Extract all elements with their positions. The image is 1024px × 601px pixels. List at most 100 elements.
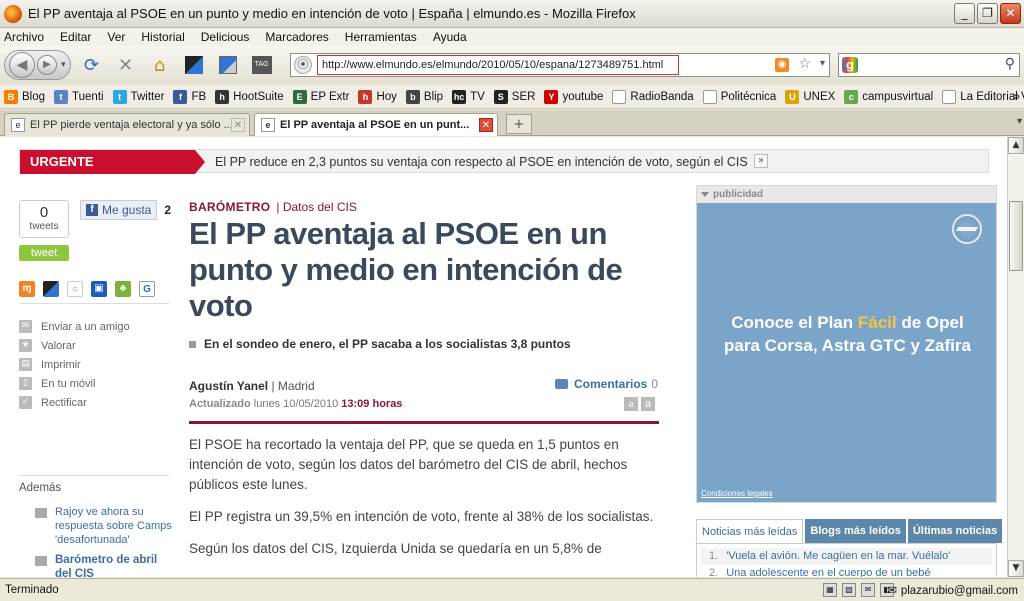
tool-label: Enviar a un amigo bbox=[41, 320, 130, 333]
bookmark-fb[interactable]: f FB bbox=[173, 89, 206, 104]
delicious-share-icon[interactable] bbox=[43, 281, 59, 297]
bookmark-star-icon[interactable]: ☆ bbox=[798, 56, 811, 72]
addon-icon[interactable]: ▦ bbox=[823, 583, 837, 597]
bookmark-youtube[interactable]: Yyoutube bbox=[544, 89, 603, 104]
bookmark-campusvirtual[interactable]: c campusvirtual bbox=[844, 89, 933, 104]
menu-herramientas[interactable]: Herramientas bbox=[345, 30, 417, 44]
bookmark-twitter[interactable]: t Twitter bbox=[112, 89, 164, 104]
bookmark-label: Blog bbox=[22, 90, 46, 103]
rate-link[interactable]: ★ Valorar bbox=[19, 336, 130, 355]
bookmark-ser[interactable]: S SER bbox=[493, 89, 535, 104]
menu-historial[interactable]: Historial bbox=[141, 30, 184, 44]
scroll-down-button[interactable]: ▼ bbox=[1008, 560, 1024, 577]
menu-delicious[interactable]: Delicious bbox=[201, 30, 250, 44]
back-button[interactable]: ◀ bbox=[9, 52, 35, 78]
bookmark-polit-cnica[interactable]: Politécnica bbox=[702, 89, 777, 104]
bookmark-label: Politécnica bbox=[720, 90, 777, 103]
bookmark-hoy[interactable]: h Hoy bbox=[358, 89, 397, 104]
font-increase-button[interactable]: a bbox=[641, 397, 655, 411]
meneame-icon[interactable]: ɱ bbox=[19, 281, 35, 297]
bookmarks-overflow-button[interactable]: » bbox=[1014, 91, 1020, 103]
tab-blogs-mas-leidos[interactable]: Blogs más leídos bbox=[805, 519, 906, 543]
mobile-icon: ▯ bbox=[19, 377, 32, 390]
maximize-button[interactable]: ❐ bbox=[977, 3, 998, 24]
facebook-like-button[interactable]: f Me gusta bbox=[80, 200, 158, 220]
bookmark-ep-extr[interactable]: E EP Extr bbox=[292, 89, 349, 104]
list-item[interactable]: Barómetro de abril del CIS bbox=[35, 553, 175, 577]
menu-editar[interactable]: Editar bbox=[60, 30, 91, 44]
history-dropdown-icon[interactable]: ▾ bbox=[61, 60, 66, 70]
ad-legal-link[interactable]: Condiciones legales bbox=[701, 489, 773, 498]
bookmark-hootsuite[interactable]: h HootSuite bbox=[215, 89, 284, 104]
google-share-icon[interactable]: G bbox=[139, 281, 155, 297]
list-item[interactable]: Rajoy ve ahora su respuesta sobre Camps … bbox=[35, 505, 175, 547]
gmail-account[interactable]: ✉ plazarubio@gmail.com bbox=[887, 583, 1018, 597]
related-link[interactable]: Barómetro de abril del CIS bbox=[55, 553, 175, 577]
subcategory-link[interactable]: | Datos del CIS bbox=[276, 200, 356, 214]
article-tools: ✉ Enviar a un amigo ★ Valorar ▤ Imprimir ▯ E… bbox=[19, 317, 130, 412]
bookmark-la-editorial-virtual[interactable]: La Editorial Virtual bbox=[942, 89, 1024, 104]
urgent-more-button[interactable]: » bbox=[754, 154, 768, 168]
menu-ayuda[interactable]: Ayuda bbox=[433, 30, 467, 44]
print-link[interactable]: ▤ Imprimir bbox=[19, 355, 130, 374]
close-tab-icon[interactable]: ✕ bbox=[231, 118, 245, 132]
mail-status-icon[interactable]: ✉ bbox=[861, 583, 875, 597]
article-kicker: BARÓMETRO | Datos del CIS bbox=[189, 200, 357, 214]
list-item[interactable]: 1. 'Vuela el avión. Me cagüen en la mar. … bbox=[701, 548, 992, 565]
comments-link[interactable]: Comentarios 0 bbox=[555, 377, 658, 391]
tag-icon[interactable]: TAG bbox=[249, 52, 275, 78]
delicious-icon[interactable] bbox=[181, 52, 207, 78]
bookmark-radiobanda[interactable]: RadioBanda bbox=[612, 89, 694, 104]
stop-icon[interactable]: ✕ bbox=[113, 52, 139, 78]
tab-list-icon[interactable]: ▾ bbox=[1017, 116, 1022, 127]
news-link[interactable]: 'Vuela el avión. Me cagüen en la mar. Vu… bbox=[726, 550, 950, 562]
menu-marcadores[interactable]: Marcadores bbox=[265, 30, 328, 44]
rss-feed-icon[interactable]: ◉ bbox=[775, 58, 789, 72]
bookmark-blip[interactable]: b Blip bbox=[405, 89, 443, 104]
tab-pp-aventaja[interactable]: e El PP aventaja al PSOE en un punt... ✕ bbox=[254, 113, 498, 136]
new-tab-button[interactable]: + bbox=[506, 114, 532, 134]
address-bar[interactable]: ⦿ http://www.elmundo.es/elmundo/2010/05/… bbox=[290, 53, 830, 77]
bookmark-page-icon[interactable] bbox=[215, 52, 241, 78]
people-icon[interactable]: ♣ bbox=[115, 281, 131, 297]
tab-ultimas-noticias[interactable]: Últimas noticias bbox=[907, 519, 1003, 543]
scroll-thumb[interactable] bbox=[1009, 201, 1023, 271]
list-item[interactable]: 2. Una adolescente en el cuerpo de un beb… bbox=[701, 565, 992, 577]
menu-archivo[interactable]: Archivo bbox=[4, 30, 44, 44]
bookmark-tv[interactable]: hc TV bbox=[452, 89, 485, 104]
bookmark-tuenti[interactable]: t Tuenti bbox=[54, 89, 104, 104]
mobile-link[interactable]: ▯ En tu móvil bbox=[19, 374, 130, 393]
minimize-button[interactable]: _ bbox=[954, 3, 975, 24]
home-icon[interactable]: ⌂ bbox=[147, 52, 173, 78]
vertical-scrollbar[interactable]: ▲ ▼ bbox=[1007, 137, 1024, 577]
close-tab-icon[interactable]: ✕ bbox=[479, 118, 493, 132]
tweet-button[interactable]: tweet bbox=[19, 245, 69, 261]
url-field[interactable]: http://www.elmundo.es/elmundo/2010/05/10… bbox=[317, 55, 679, 75]
bookmark-unex[interactable]: U UNEX bbox=[785, 89, 835, 104]
news-link[interactable]: Una adolescente en el cuerpo de un bebé bbox=[726, 567, 930, 577]
bookmark-blog[interactable]: B Blog bbox=[4, 89, 46, 104]
forward-button[interactable]: ▶ bbox=[37, 55, 57, 75]
addon-icon[interactable]: ▧ bbox=[842, 583, 856, 597]
search-icon[interactable]: ⚲ bbox=[1005, 56, 1015, 72]
category-link[interactable]: BARÓMETRO bbox=[189, 200, 270, 214]
reload-icon[interactable]: ⟳ bbox=[79, 52, 105, 78]
tab-pp-pierde[interactable]: e El PP pierde ventaja electoral y ya só… bbox=[4, 113, 250, 136]
send-to-friend-link[interactable]: ✉ Enviar a un amigo bbox=[19, 317, 130, 336]
menu-ver[interactable]: Ver bbox=[107, 30, 125, 44]
bookmark-share-icon[interactable]: ▣ bbox=[91, 281, 107, 297]
font-decrease-button[interactable]: a bbox=[624, 397, 638, 411]
author-name: Agustín Yanel bbox=[189, 379, 269, 393]
drop-icon[interactable]: ○ bbox=[67, 281, 83, 297]
url-dropdown-icon[interactable]: ▾ bbox=[820, 58, 825, 69]
search-bar[interactable]: g ⚲ bbox=[838, 53, 1020, 77]
site-identity-icon[interactable]: ⦿ bbox=[294, 56, 312, 74]
related-link[interactable]: Rajoy ve ahora su respuesta sobre Camps … bbox=[55, 505, 175, 547]
close-window-button[interactable]: ✕ bbox=[1000, 3, 1021, 24]
scroll-up-button[interactable]: ▲ bbox=[1008, 137, 1024, 154]
advertisement[interactable]: publicidad Conoce el Plan Fácil de Opel … bbox=[696, 185, 997, 503]
tab-noticias-mas-leidas[interactable]: Noticias más leídas bbox=[696, 519, 804, 543]
rectify-link[interactable]: ✓ Rectificar bbox=[19, 393, 130, 412]
google-search-engine-icon[interactable]: g bbox=[842, 57, 858, 73]
urgent-headline-link[interactable]: El PP reduce en 2,3 puntos su ventaja co… bbox=[215, 150, 748, 174]
